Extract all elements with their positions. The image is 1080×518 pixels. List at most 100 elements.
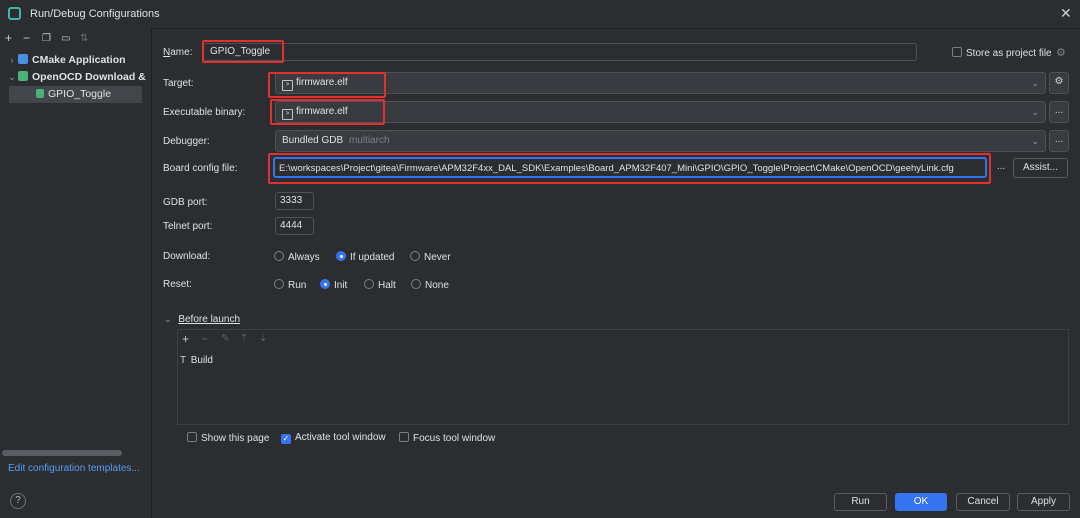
tree-item-cmake-application[interactable]: › CMake Application — [6, 52, 126, 69]
board-config-browse-button[interactable]: ... — [993, 158, 1009, 178]
chevron-down-icon: ⌄ — [164, 314, 172, 324]
edit-templates-link[interactable]: Edit configuration templates... — [8, 463, 140, 474]
task-item-build[interactable]: T Build — [180, 355, 213, 366]
radio-icon — [364, 279, 374, 289]
cancel-button[interactable]: Cancel — [956, 493, 1010, 511]
executable-browse-button[interactable]: ... — [1049, 101, 1069, 123]
executable-select[interactable]: > firmware.elf ⌄ — [275, 101, 1046, 123]
radio-label: Never — [424, 252, 451, 263]
checkbox-label: Activate tool window — [295, 432, 386, 443]
board-config-highlight — [268, 153, 991, 184]
checkbox-label: Focus tool window — [413, 433, 496, 444]
help-icon[interactable]: ? — [10, 493, 26, 509]
sort-icon[interactable]: ⇅ — [80, 33, 88, 44]
download-always-radio[interactable]: Always — [274, 251, 320, 263]
edit-task-icon[interactable]: ✎ — [221, 333, 229, 344]
radio-label: Init — [334, 280, 348, 291]
radio-label: None — [425, 280, 449, 291]
before-launch-panel — [177, 329, 1069, 425]
chevron-down-icon: ⌄ — [8, 72, 16, 82]
before-launch-toggle[interactable]: ⌄ Before launch — [164, 314, 240, 325]
hammer-icon: T — [180, 355, 186, 366]
radio-label: Run — [288, 280, 307, 291]
focus-tool-window-checkbox[interactable]: Focus tool window — [399, 432, 495, 444]
remove-task-icon[interactable]: − — [201, 332, 208, 346]
download-if-updated-radio[interactable]: If updated — [336, 251, 394, 263]
window-title: Run/Debug Configurations — [30, 8, 160, 20]
horizontal-scrollbar[interactable] — [2, 450, 122, 456]
add-task-icon[interactable]: + — [182, 332, 189, 346]
radio-label: Halt — [378, 280, 396, 291]
gear-icon: ⚙ — [1056, 47, 1066, 59]
name-label: Name: — [163, 47, 193, 58]
remove-icon[interactable]: − — [23, 31, 30, 45]
target-highlight — [268, 72, 386, 98]
radio-selected-icon — [320, 279, 330, 289]
debugger-select[interactable]: Bundled GDB multiarch ⌄ — [275, 130, 1046, 152]
tree-item-label: GPIO_Toggle — [48, 88, 112, 100]
before-launch-title: Before launch — [178, 314, 241, 325]
radio-icon — [274, 251, 284, 261]
store-as-project-file-checkbox[interactable]: Store as project file — [952, 47, 1052, 59]
name-input[interactable]: GPIO_Toggle — [203, 43, 917, 61]
target-label: Target: — [163, 78, 194, 89]
debugger-value: Bundled GDB — [282, 135, 344, 146]
target-settings-button[interactable]: ⚙ — [1049, 72, 1069, 94]
activate-tool-window-checkbox[interactable]: ✓ Activate tool window — [281, 432, 386, 444]
radio-label: If updated — [350, 252, 395, 263]
move-up-icon[interactable]: ⇡ — [240, 333, 248, 344]
target-select[interactable]: > firmware.elf ⌄ — [275, 72, 1046, 94]
reset-halt-radio[interactable]: Halt — [364, 279, 396, 291]
debugger-label: Debugger: — [163, 136, 210, 147]
radio-icon — [411, 279, 421, 289]
reset-run-radio[interactable]: Run — [274, 279, 306, 291]
executable-label: Executable binary: — [163, 107, 246, 118]
checkbox-icon — [399, 432, 409, 442]
telnet-port-label: Telnet port: — [163, 221, 213, 232]
checkmark-icon: ✓ — [281, 434, 291, 444]
chevron-down-icon: ⌄ — [1031, 136, 1039, 146]
chevron-down-icon: ⌄ — [1031, 107, 1039, 117]
close-icon[interactable]: ✕ — [1060, 5, 1072, 22]
task-label: Build — [190, 355, 213, 366]
chevron-right-icon: › — [10, 55, 14, 65]
radio-selected-icon — [336, 251, 346, 261]
tree-item-openocd[interactable]: ⌄ OpenOCD Download & — [6, 69, 146, 86]
telnet-port-value: 4444 — [280, 220, 303, 231]
radio-icon — [274, 279, 284, 289]
name-highlight — [202, 40, 284, 63]
gdb-port-input[interactable]: 3333 — [275, 192, 314, 210]
reset-label: Reset: — [163, 279, 192, 290]
gdb-port-label: GDB port: — [163, 197, 208, 208]
store-label: Store as project file — [966, 48, 1052, 59]
reset-init-radio[interactable]: Init — [320, 279, 347, 291]
reset-none-radio[interactable]: None — [411, 279, 449, 291]
openocd-icon — [18, 71, 28, 81]
gdb-port-value: 3333 — [280, 195, 303, 206]
title-bar — [0, 0, 1080, 29]
run-button[interactable]: Run — [834, 493, 887, 511]
copy-icon[interactable]: ❐ — [42, 33, 51, 44]
tree-item-gpio-toggle[interactable]: GPIO_Toggle — [9, 86, 142, 103]
tree-item-label: OpenOCD Download & — [32, 71, 146, 83]
tree-item-label: CMake Application — [32, 54, 126, 66]
show-page-checkbox[interactable]: Show this page — [187, 432, 269, 444]
ok-button[interactable]: OK — [895, 493, 947, 511]
debugger-hint: multiarch — [348, 135, 390, 146]
add-icon[interactable]: + — [5, 31, 12, 45]
telnet-port-input[interactable]: 4444 — [275, 217, 314, 235]
checkbox-icon — [187, 432, 197, 442]
checkbox-label: Show this page — [201, 433, 270, 444]
assist-button[interactable]: Assist... — [1013, 158, 1068, 178]
debugger-browse-button[interactable]: ... — [1049, 130, 1069, 152]
apply-button[interactable]: Apply — [1017, 493, 1070, 511]
cmake-icon — [18, 54, 28, 64]
board-config-label: Board config file: — [163, 163, 238, 174]
checkbox-icon — [952, 47, 962, 57]
app-icon — [8, 7, 21, 20]
folder-icon[interactable]: ▭ — [61, 33, 70, 44]
config-icon — [36, 89, 44, 98]
download-never-radio[interactable]: Never — [410, 251, 451, 263]
executable-highlight — [270, 99, 385, 125]
move-down-icon[interactable]: ⇣ — [259, 333, 267, 344]
